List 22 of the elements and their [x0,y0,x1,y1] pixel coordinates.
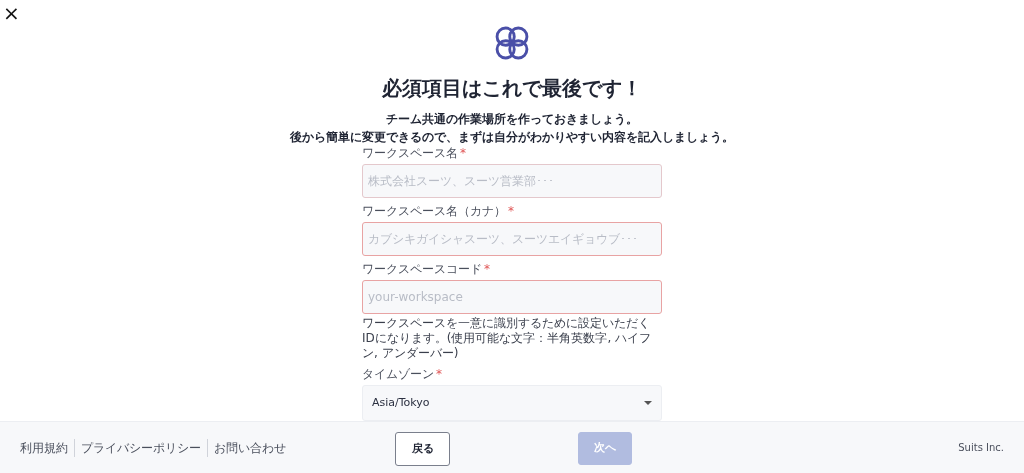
footer-link[interactable]: お問い合わせ [207,438,286,457]
required-mark: * [436,367,442,382]
field-label: ワークスペース名（カナ） [362,204,506,219]
required-mark: * [460,146,466,161]
page-title: 必須項目はこれで最後です！ [382,75,642,102]
subtitle-text: チーム共通の作業場所を作っておきましょう。 [386,111,638,128]
timezone-select[interactable]: Asia/Tokyo [362,385,662,421]
subtitle-text: 後から簡単に変更できるので、まずは自分がわかりやすい内容を記入しましょう。 [290,129,734,146]
back-button[interactable]: 戻る [395,432,450,466]
required-mark: * [508,204,514,219]
footer-link[interactable]: 利用規約 [20,438,68,457]
required-mark: * [484,262,490,277]
close-button[interactable]: × [3,0,20,26]
company-name: Suits Inc. [958,441,1004,455]
footer-link[interactable]: プライバシーポリシー [74,438,201,457]
field-label: タイムゾーン [362,367,434,382]
caret-icon [644,401,652,405]
input-field[interactable]: 株式会社スーツ、スーツ営業部･･･ [362,164,662,198]
field-label: ワークスペースコード [362,262,482,277]
input-field[interactable]: your-workspace [362,280,662,314]
help-text: ワークスペースを一意に識別するために設定いただくIDになります。(使用可能な文字：半角英数字, ハイフン, アンダーバー) [362,316,653,361]
field-label: ワークスペース名 [362,146,458,161]
